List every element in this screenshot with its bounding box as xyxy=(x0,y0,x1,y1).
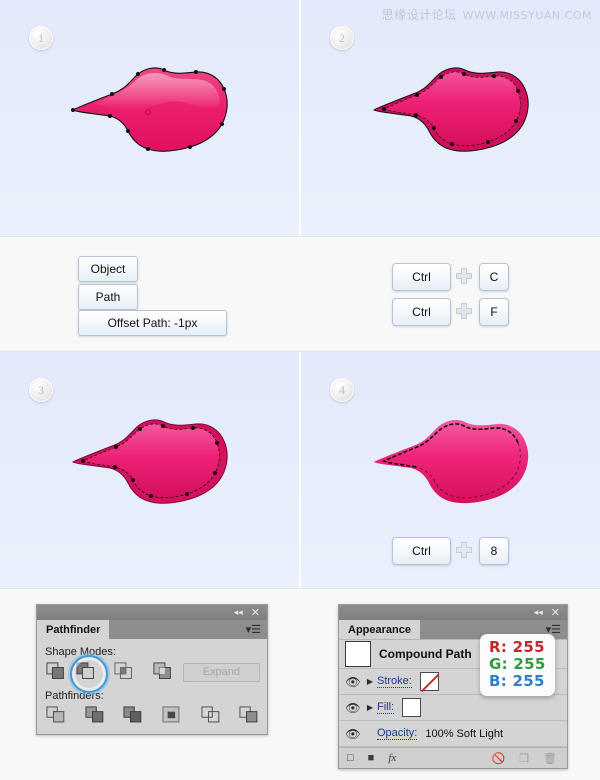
tab-appearance[interactable]: Appearance xyxy=(339,620,420,639)
step-3-canvas: 3 xyxy=(0,352,299,588)
merge-icon[interactable] xyxy=(123,706,144,726)
fx-icon[interactable]: fx xyxy=(388,752,396,764)
pathfinder-body: Shape Modes: Expand Pathfinders: xyxy=(37,639,267,734)
close-icon[interactable]: ✕ xyxy=(251,606,260,619)
object-title: Compound Path xyxy=(379,647,472,661)
key-ctrl-2[interactable]: Ctrl xyxy=(392,298,451,326)
visibility-eye-icon[interactable]: 👁 xyxy=(343,701,363,715)
rgb-g-value: G: 255 xyxy=(489,655,546,673)
rgb-r-value: R: 255 xyxy=(489,638,545,656)
tab-pathfinder[interactable]: Pathfinder xyxy=(37,620,110,639)
blob-shape-3 xyxy=(70,415,270,525)
blob-shape-2 xyxy=(371,63,571,173)
opacity-value: 100% Soft Light xyxy=(425,727,504,740)
step-1-canvas: 1 xyxy=(0,0,299,236)
duplicate-item-icon[interactable]: ❐ xyxy=(519,752,529,765)
step-badge-1: 1 xyxy=(29,26,53,50)
divider-bottom xyxy=(0,588,600,589)
divider-top xyxy=(0,236,600,237)
key-ctrl-3[interactable]: Ctrl xyxy=(392,537,451,565)
visibility-eye-icon[interactable]: 👁 xyxy=(343,675,363,689)
unite-icon[interactable] xyxy=(46,662,66,682)
object-swatch[interactable] xyxy=(345,641,371,667)
collapse-icon[interactable]: ◂◂ xyxy=(234,607,243,618)
pathfinders-label: Pathfinders: xyxy=(45,690,104,702)
clear-appearance-icon[interactable]: 🚫 xyxy=(491,752,505,765)
pathfinder-panel: ◂◂ ✕ Pathfinder ▾☰ Shape Modes: Expand P… xyxy=(36,604,268,735)
opacity-label[interactable]: Opacity: xyxy=(377,727,418,740)
visibility-eye-icon[interactable]: 👁 xyxy=(343,727,363,741)
crop-icon[interactable] xyxy=(162,706,183,726)
close-icon[interactable]: ✕ xyxy=(551,606,560,619)
minus-back-icon[interactable] xyxy=(239,706,260,726)
outline-icon[interactable] xyxy=(201,706,222,726)
expand-triangle-icon[interactable]: ▶ xyxy=(363,677,377,686)
appearance-titlebar: ◂◂ ✕ xyxy=(339,605,567,620)
key-8[interactable]: 8 xyxy=(479,537,509,565)
rgb-callout: R: 255 G: 255 B: 255 xyxy=(480,634,555,696)
pathfinder-tabrow: Pathfinder ▾☰ xyxy=(37,620,267,639)
trim-icon[interactable] xyxy=(85,706,106,726)
pathfinders-row xyxy=(46,706,260,726)
divide-icon[interactable] xyxy=(46,706,67,726)
key-f[interactable]: F xyxy=(479,298,509,326)
key-ctrl-1[interactable]: Ctrl xyxy=(392,263,451,291)
key-c[interactable]: C xyxy=(479,263,509,291)
pathfinder-menu-area: ▾☰ xyxy=(109,620,267,639)
minus-front-icon[interactable] xyxy=(70,655,109,693)
intersect-icon[interactable] xyxy=(114,662,134,682)
plus-icon-1 xyxy=(455,267,473,285)
watermark-url: WWW.MISSYUAN.COM xyxy=(462,9,592,22)
pathfinder-titlebar: ◂◂ ✕ xyxy=(37,605,267,620)
step-2-canvas: 2 xyxy=(301,0,600,236)
expand-button[interactable]: Expand xyxy=(182,662,260,682)
exclude-icon[interactable] xyxy=(153,662,173,682)
delete-item-icon[interactable]: 🗑 xyxy=(543,752,557,765)
blob-shape-1 xyxy=(70,63,270,173)
stroke-swatch-none[interactable] xyxy=(419,672,439,691)
watermark: 思缘设计论坛 WWW.MISSYUAN.COM xyxy=(382,6,592,23)
new-fill-icon[interactable]: ■ xyxy=(368,752,375,764)
panel-menu-icon[interactable]: ▾☰ xyxy=(246,623,261,636)
blob-shape-4 xyxy=(371,415,571,525)
appearance-bottom-toolbar: □ ■ fx 🚫 ❐ 🗑 xyxy=(339,747,567,768)
fill-swatch-white[interactable] xyxy=(402,698,422,717)
step-badge-4: 4 xyxy=(330,378,354,402)
shape-modes-row: Expand xyxy=(46,655,260,693)
step-badge-2: 2 xyxy=(330,26,354,50)
expand-triangle-icon[interactable]: ▶ xyxy=(363,703,377,712)
fill-label[interactable]: Fill: xyxy=(377,701,395,714)
plus-icon-3 xyxy=(455,541,473,559)
step-badge-3: 3 xyxy=(29,378,53,402)
watermark-cn: 思缘设计论坛 xyxy=(381,8,457,22)
new-stroke-icon[interactable]: □ xyxy=(347,752,354,764)
appearance-row-fill[interactable]: 👁 ▶ Fill: xyxy=(339,695,567,721)
appearance-row-opacity[interactable]: 👁 Opacity: 100% Soft Light xyxy=(339,721,567,747)
plus-icon-2 xyxy=(455,302,473,320)
rgb-b-value: B: 255 xyxy=(489,672,545,690)
collapse-icon[interactable]: ◂◂ xyxy=(534,607,543,618)
menu-button-offset-path[interactable]: Offset Path: -1px xyxy=(78,310,227,336)
menu-button-object[interactable]: Object xyxy=(78,256,138,282)
menu-button-path[interactable]: Path xyxy=(78,284,138,310)
shape-modes-label: Shape Modes: xyxy=(45,646,116,658)
stroke-label[interactable]: Stroke: xyxy=(377,675,412,688)
tutorial-sheet: 1 2 3 4 思缘设计论坛 WWW.MISSYUAN.COM Object P… xyxy=(0,0,600,780)
